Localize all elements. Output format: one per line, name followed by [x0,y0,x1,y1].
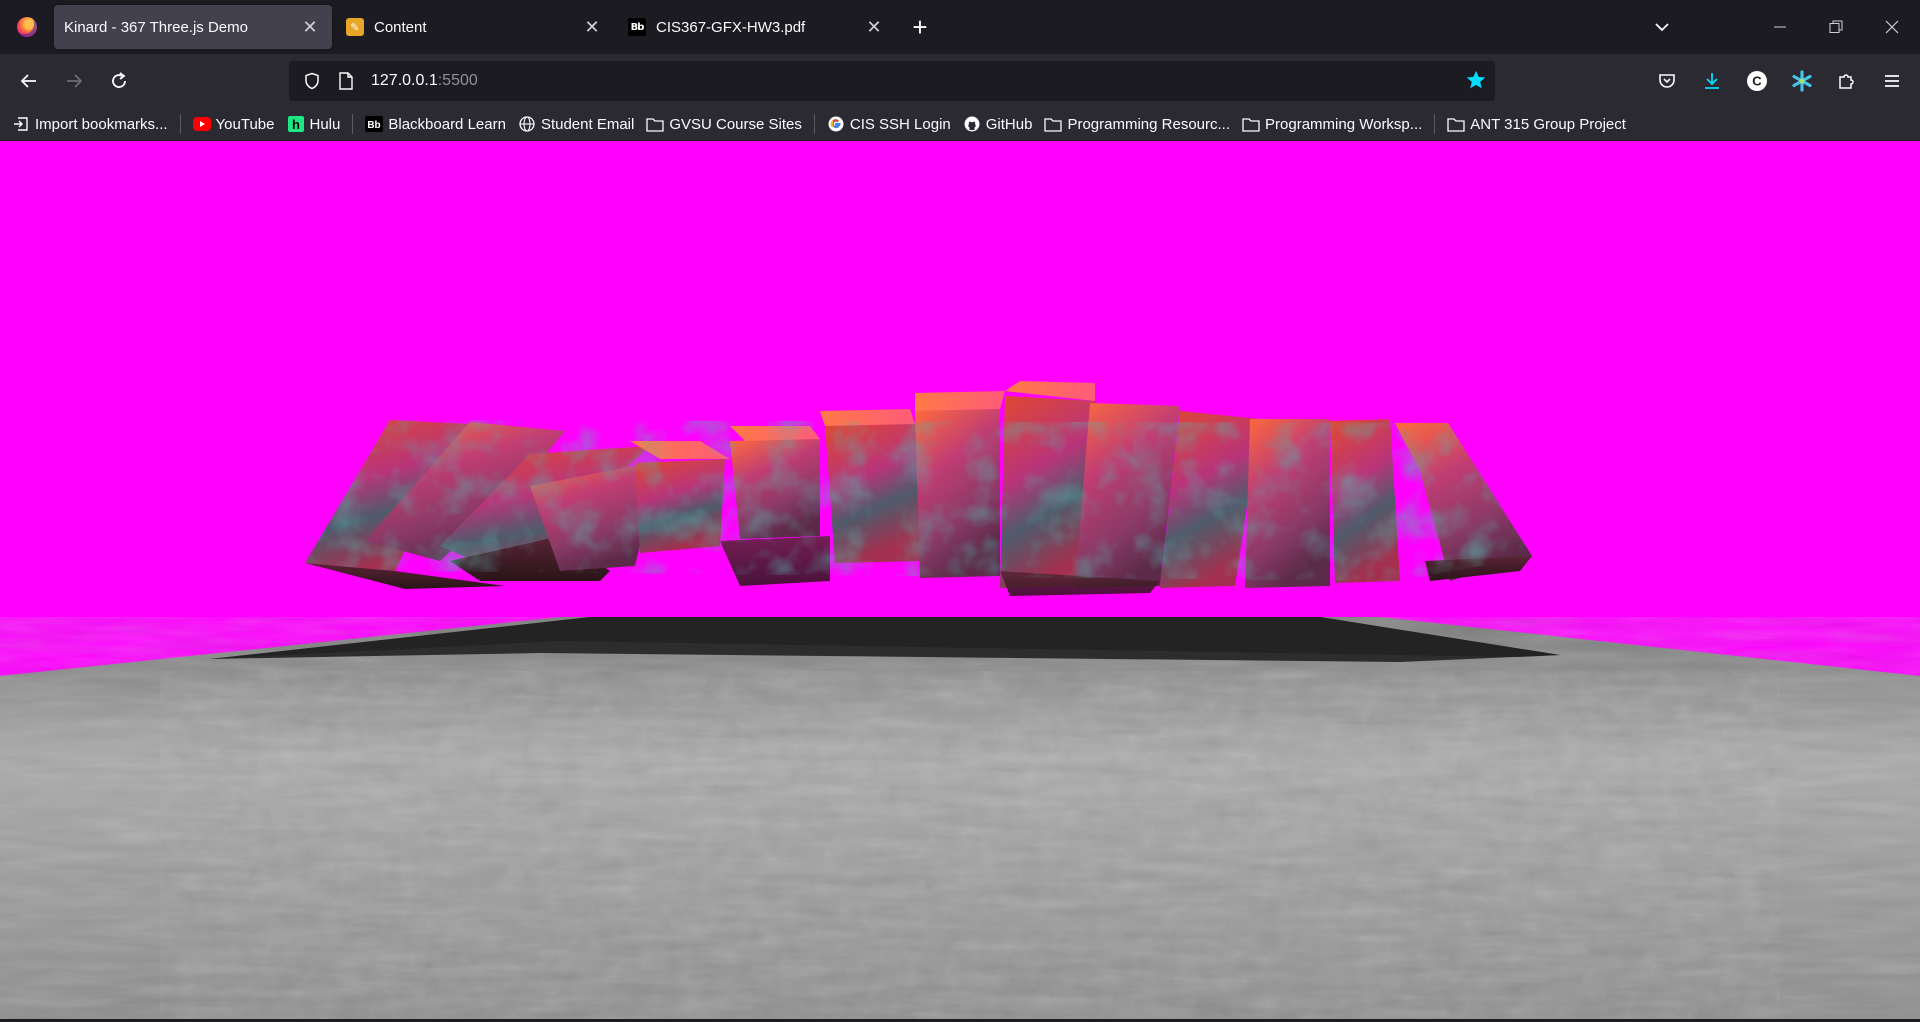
navigation-toolbar: 127.0.0.1:5500 C [0,54,1920,108]
bookmark-separator [813,114,815,134]
page-icon[interactable] [329,72,363,90]
puzzle-piece-icon [1838,74,1854,89]
bookmark-label: GVSU Course Sites [669,115,802,133]
pocket-icon [1658,74,1675,88]
firefox-menu-icon[interactable] [0,0,54,54]
bookmark-label: Programming Worksp... [1265,115,1423,133]
restore-button[interactable] [1808,0,1864,54]
bookmark-label: ANT 315 Group Project [1470,115,1626,133]
globe-icon [518,115,536,133]
chevron-down-icon [1655,23,1669,32]
pencil-icon: ✎ [346,18,364,36]
downloads-button[interactable] [1689,54,1734,108]
bookmarks-toolbar: Import bookmarks... YouTube h Hulu Bb Bl… [0,108,1920,140]
google-icon [827,115,845,133]
youtube-icon [192,115,211,133]
github-icon [963,115,981,133]
bookmark-youtube[interactable]: YouTube [192,115,275,133]
bookmark-github[interactable]: GitHub [963,115,1033,133]
blackboard-icon: Bb [365,115,384,133]
folder-icon [1447,115,1465,133]
tracking-protection-shield-icon[interactable] [295,72,329,90]
bookmark-label: GitHub [985,115,1033,133]
hamburger-menu-icon [1884,75,1899,87]
bookmark-import[interactable]: Import bookmarks... [12,115,168,133]
minimize-icon [1774,26,1786,28]
toolbar-right: C [1644,54,1920,108]
url-bar[interactable]: 127.0.0.1:5500 [289,61,1495,101]
import-icon [12,115,30,133]
bookmark-label: CIS SSH Login [849,115,951,133]
threejs-canvas[interactable] [0,141,1920,1019]
reload-icon [112,72,126,88]
back-arrow-icon [20,74,36,88]
tab-content[interactable]: ✎ Content ✕ [336,5,614,49]
tab-cis367-pdf[interactable]: Bb CIS367-GFX-HW3.pdf ✕ [618,5,896,49]
bookmark-label: Hulu [309,115,341,133]
close-tab-icon[interactable]: ✕ [862,15,886,39]
reload-button[interactable] [103,65,135,97]
app-menu-button[interactable] [1869,54,1914,108]
svg-text:C: C [1752,74,1762,89]
bookmark-label: Student Email [540,115,635,133]
hulu-icon: h [287,115,305,133]
asterisk-extension-icon [1791,70,1812,92]
bookmark-gvsu-course-sites[interactable]: GVSU Course Sites [646,115,802,133]
new-tab-button[interactable]: + [902,9,938,45]
close-tab-icon[interactable]: ✕ [580,15,604,39]
tab-kinard-demo[interactable]: Kinard - 367 Three.js Demo ✕ [54,5,332,49]
bookmark-separator [179,114,181,134]
bookmark-programming-resources[interactable]: Programming Resourc... [1044,115,1230,133]
blackboard-icon: Bb [628,18,646,36]
tab-title: Content [374,18,427,36]
folder-icon [1044,115,1063,133]
extension-asterisk-button[interactable] [1779,54,1824,108]
bookmark-label: Blackboard Learn [388,115,506,133]
bookmark-label: Programming Resourc... [1067,115,1231,133]
close-icon [1885,20,1899,34]
back-button[interactable] [13,65,45,97]
restore-icon [1829,20,1843,33]
close-tab-icon[interactable]: ✕ [298,15,322,39]
bookmark-star-icon[interactable] [1465,69,1487,96]
download-icon [1704,73,1719,89]
bookmark-programming-workspaces[interactable]: Programming Worksp... [1242,115,1422,133]
close-window-button[interactable] [1864,0,1920,54]
forward-arrow-icon [67,74,83,88]
bookmark-ant-315[interactable]: ANT 315 Group Project [1447,115,1626,133]
folder-icon [1242,115,1260,133]
url-host: 127.0.0.1 [371,72,438,89]
bookmark-hulu[interactable]: h Hulu [287,115,341,133]
list-all-tabs-button[interactable] [1642,7,1682,47]
folder-icon [646,115,664,133]
scene-render [0,381,1920,1019]
extensions-button[interactable] [1824,54,1869,108]
pocket-button[interactable] [1644,54,1689,108]
tab-title: Kinard - 367 Three.js Demo [64,18,248,36]
bookmark-separator [352,114,354,134]
rotating-boxes [305,381,1532,596]
svg-text:h: h [292,117,300,132]
bookmark-blackboard[interactable]: Bb Blackboard Learn [365,115,506,133]
extension-c-icon: C [1746,71,1767,91]
bookmark-label: Import bookmarks... [35,115,168,133]
tab-strip: Kinard - 367 Three.js Demo ✕ ✎ Content ✕… [0,0,1920,54]
svg-text:Bb: Bb [368,120,381,131]
url-port: :5500 [437,72,478,89]
bookmark-cis-ssh-login[interactable]: CIS SSH Login [827,115,951,133]
extension-c-button[interactable]: C [1734,54,1779,108]
forward-button[interactable] [58,65,90,97]
bookmark-separator [1434,114,1436,134]
bookmark-student-email[interactable]: Student Email [518,115,634,133]
bookmark-label: YouTube [215,115,275,133]
tab-title: CIS367-GFX-HW3.pdf [656,18,806,36]
minimize-button[interactable] [1752,0,1808,54]
